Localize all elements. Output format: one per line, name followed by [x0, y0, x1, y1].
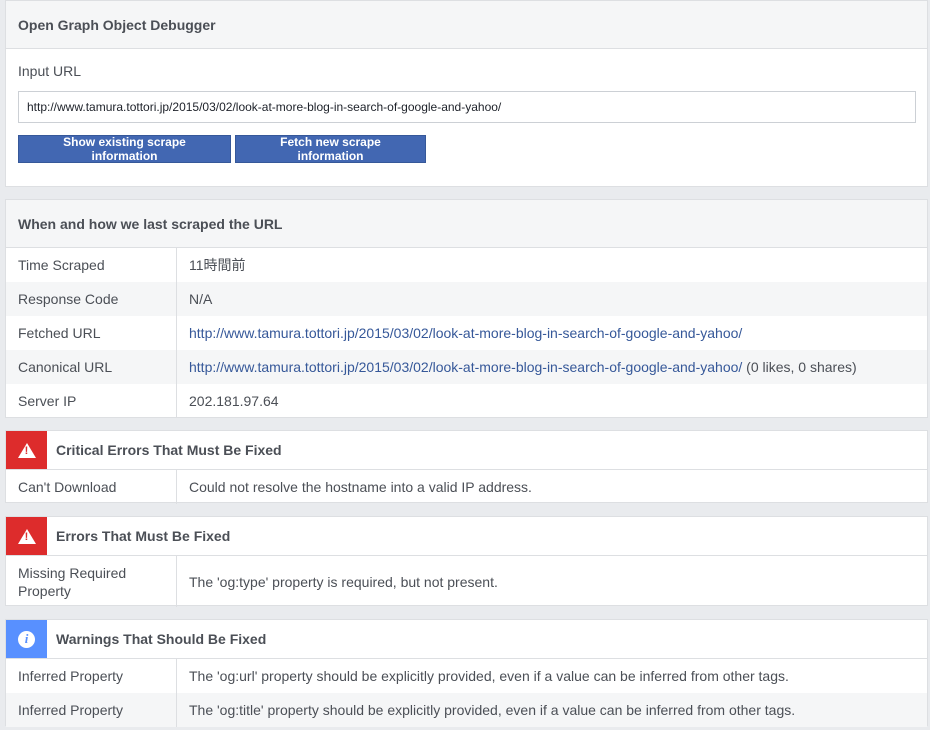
- row-key: Inferred Property: [6, 693, 177, 727]
- warning-triangle-icon: !: [6, 517, 47, 555]
- row-value: N/A: [189, 291, 213, 307]
- table-row: Canonical URL http://www.tamura.tottori.…: [6, 350, 927, 384]
- table-row: Fetched URL http://www.tamura.tottori.jp…: [6, 316, 927, 350]
- table-row: Response Code N/A: [6, 282, 927, 316]
- scrape-info-panel: When and how we last scraped the URL Tim…: [5, 199, 928, 418]
- table-row: Missing Required Property The 'og:type' …: [6, 556, 927, 607]
- row-key: Can't Download: [6, 470, 177, 504]
- fetched-url-link[interactable]: http://www.tamura.tottori.jp/2015/03/02/…: [189, 325, 742, 341]
- critical-errors-header: ! Critical Errors That Must Be Fixed: [6, 431, 927, 470]
- table-row: Time Scraped 11時間前: [6, 248, 927, 282]
- scrape-info-title: When and how we last scraped the URL: [6, 200, 927, 248]
- canonical-url-link[interactable]: http://www.tamura.tottori.jp/2015/03/02/…: [189, 359, 742, 375]
- table-row: Inferred Property The 'og:url' property …: [6, 659, 927, 693]
- row-key: Fetched URL: [6, 316, 177, 350]
- row-key: Missing Required Property: [6, 556, 177, 607]
- warnings-title: Warnings That Should Be Fixed: [56, 631, 267, 647]
- row-value: The 'og:url' property should be explicit…: [189, 668, 789, 684]
- warning-triangle-icon: !: [6, 431, 47, 469]
- row-key: Time Scraped: [6, 248, 177, 282]
- critical-errors-title: Critical Errors That Must Be Fixed: [56, 442, 282, 458]
- errors-header: ! Errors That Must Be Fixed: [6, 517, 927, 556]
- row-value: The 'og:type' property is required, but …: [189, 573, 498, 590]
- warnings-header: i Warnings That Should Be Fixed: [6, 620, 927, 659]
- row-value: http://www.tamura.tottori.jp/2015/03/02/…: [177, 316, 742, 350]
- errors-title: Errors That Must Be Fixed: [56, 528, 231, 544]
- info-icon: i: [6, 620, 47, 658]
- table-row: Server IP 202.181.97.64: [6, 384, 927, 418]
- row-key: Server IP: [6, 384, 177, 418]
- debugger-panel: Open Graph Object Debugger Input URL Sho…: [5, 0, 928, 187]
- errors-panel: ! Errors That Must Be Fixed Missing Requ…: [5, 516, 928, 607]
- row-value: The 'og:title' property should be explic…: [189, 702, 796, 718]
- input-url-label: Input URL: [18, 63, 82, 79]
- row-key: Inferred Property: [6, 659, 177, 693]
- row-key: Response Code: [6, 282, 177, 316]
- row-value: 202.181.97.64: [189, 393, 279, 409]
- likes-shares-count: (0 likes, 0 shares): [742, 359, 857, 375]
- row-value: 11時間前: [189, 257, 246, 273]
- debugger-title: Open Graph Object Debugger: [6, 1, 927, 49]
- row-key: Canonical URL: [6, 350, 177, 384]
- row-value: http://www.tamura.tottori.jp/2015/03/02/…: [177, 350, 857, 384]
- critical-errors-panel: ! Critical Errors That Must Be Fixed Can…: [5, 430, 928, 504]
- show-existing-scrape-button[interactable]: Show existing scrape information: [18, 135, 231, 163]
- warnings-panel: i Warnings That Should Be Fixed Inferred…: [5, 619, 928, 727]
- url-input[interactable]: [18, 91, 916, 123]
- table-row: Inferred Property The 'og:title' propert…: [6, 693, 927, 727]
- table-row: Can't Download Could not resolve the hos…: [6, 470, 927, 504]
- fetch-new-scrape-button[interactable]: Fetch new scrape information: [235, 135, 426, 163]
- row-value: Could not resolve the hostname into a va…: [189, 479, 532, 495]
